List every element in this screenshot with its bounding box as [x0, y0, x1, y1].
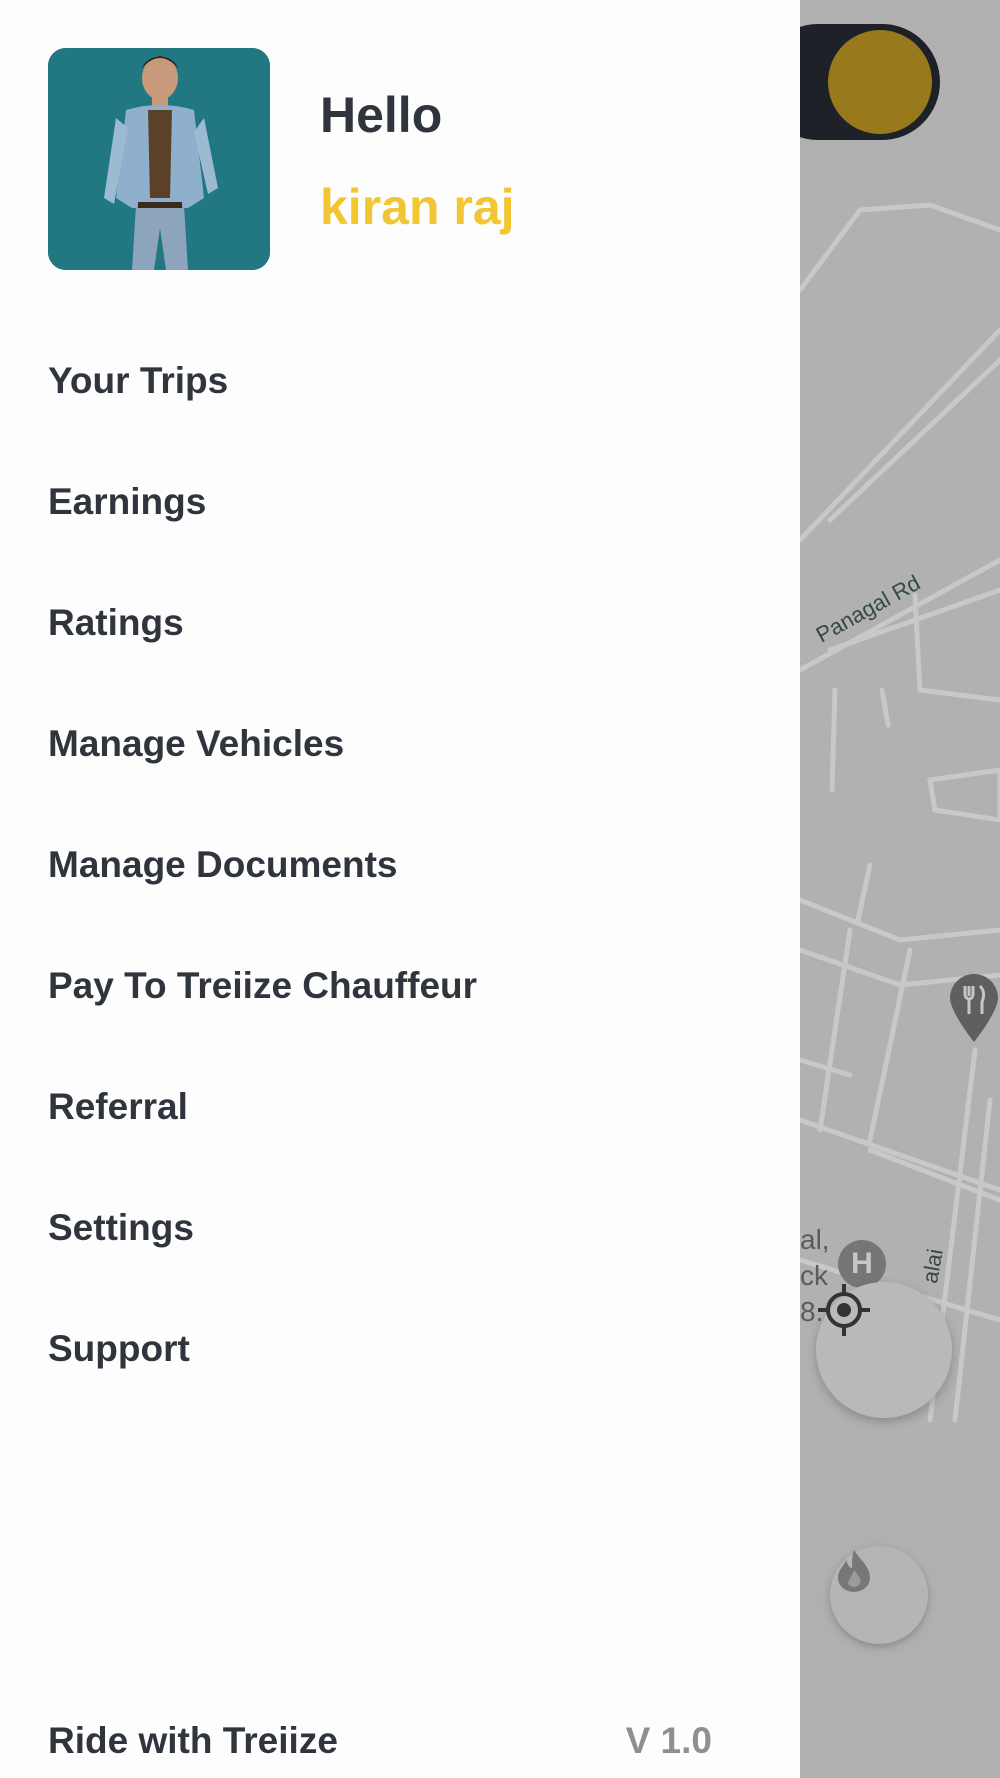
profile-photo-icon: [48, 48, 270, 270]
drawer-menu: Your Trips Earnings Ratings Manage Vehic…: [48, 320, 748, 1409]
menu-item-your-trips[interactable]: Your Trips: [48, 320, 748, 441]
flame-button[interactable]: [830, 1546, 928, 1644]
menu-item-pay-to-treiize-chauffeur[interactable]: Pay To Treiize Chauffeur: [48, 925, 748, 1046]
flame-icon: [838, 1550, 870, 1592]
menu-item-manage-documents[interactable]: Manage Documents: [48, 804, 748, 925]
version-label: V 1.0: [625, 1720, 712, 1761]
menu-item-earnings[interactable]: Earnings: [48, 441, 748, 562]
my-location-icon: [818, 1284, 870, 1336]
menu-item-support[interactable]: Support: [48, 1288, 748, 1409]
greeting-text: Hello: [320, 87, 443, 143]
menu-item-manage-vehicles[interactable]: Manage Vehicles: [48, 683, 748, 804]
my-location-button[interactable]: [816, 1282, 952, 1418]
user-name: kiran raj: [320, 179, 515, 235]
navigation-drawer: Hello kiran raj Your Trips Earnings Rati…: [0, 0, 800, 1778]
menu-item-settings[interactable]: Settings: [48, 1167, 748, 1288]
avatar[interactable]: [48, 48, 270, 270]
menu-item-referral[interactable]: Referral: [48, 1046, 748, 1167]
ride-with-treiize-link[interactable]: Ride with Treiize: [48, 1720, 338, 1762]
menu-item-ratings[interactable]: Ratings: [48, 562, 748, 683]
